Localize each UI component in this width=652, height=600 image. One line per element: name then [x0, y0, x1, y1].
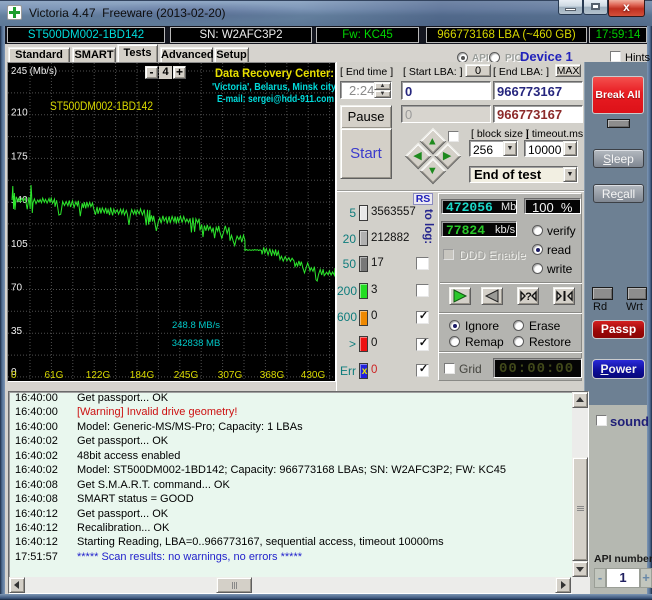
svg-text:122G: 122G — [86, 370, 111, 381]
svg-text:ST500DM002-1BD142: ST500DM002-1BD142 — [50, 99, 153, 113]
svg-text:0: 0 — [11, 370, 17, 381]
svg-text:?: ? — [525, 291, 532, 303]
svg-text:'Victoria', Belarus, Minsk cit: 'Victoria', Belarus, Minsk city — [212, 81, 335, 93]
svg-text:342838 MB: 342838 MB — [172, 338, 221, 349]
svg-text:368G: 368G — [260, 370, 285, 381]
svg-text:307G: 307G — [218, 370, 243, 381]
svg-text:Data Recovery Center:: Data Recovery Center: — [215, 66, 334, 80]
svg-text:248.8 MB/s: 248.8 MB/s — [172, 320, 220, 331]
svg-text:430G: 430G — [301, 370, 326, 381]
svg-text:105: 105 — [11, 239, 28, 250]
svg-text:245G: 245G — [174, 370, 199, 381]
svg-text:245 (Mb/s): 245 (Mb/s) — [11, 66, 57, 77]
svg-text:210: 210 — [11, 108, 28, 119]
svg-text:35: 35 — [11, 326, 23, 337]
svg-text:175: 175 — [11, 151, 28, 162]
svg-text:184G: 184G — [130, 370, 155, 381]
svg-text:61G: 61G — [45, 370, 64, 381]
svg-text:E-mail: sergei@hdd-911.com: E-mail: sergei@hdd-911.com — [217, 93, 334, 105]
svg-text:70: 70 — [11, 283, 23, 294]
